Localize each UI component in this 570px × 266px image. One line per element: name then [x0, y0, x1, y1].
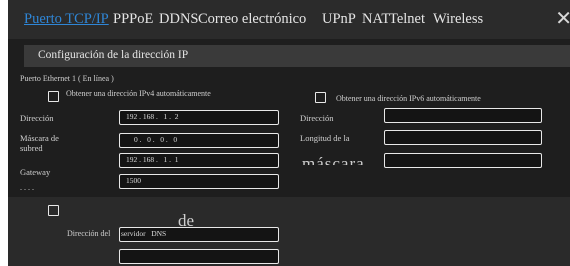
subnet-mask-field[interactable]: 0 . 0 . 0 . 0: [119, 133, 279, 148]
ipv6-prefix-label-overflow: máscara: [302, 155, 365, 165]
ipv4-address-label: Dirección: [20, 113, 54, 123]
tab-upnp[interactable]: UPnP: [322, 11, 356, 28]
tab-telnet[interactable]: Telnet: [389, 11, 425, 28]
ipv6-prefix-label: Longitud de la: [300, 133, 350, 143]
subnet-mask-label-line1: Máscara de: [20, 133, 59, 143]
dns-secondary-field[interactable]: [119, 249, 279, 264]
tab-puerto-tcp-ip[interactable]: Puerto TCP/IP: [24, 11, 109, 28]
subnet-mask-label-line2: subred: [20, 143, 43, 153]
tab-bar: Puerto TCP/IP PPPoE DDNS Correo electrón…: [8, 0, 570, 39]
tab-correo-electronico[interactable]: Correo electrónico: [198, 11, 306, 28]
section-header: Configuración de la dirección IP: [24, 45, 570, 67]
gateway-field[interactable]: 192 . 168 . 1 . 1: [119, 153, 279, 168]
dns-auto-checkbox[interactable]: [48, 205, 59, 216]
ipv6-auto-checkbox[interactable]: [315, 92, 326, 103]
gateway-label: Gateway: [20, 167, 51, 177]
mtu-label-cut: . . . .: [20, 183, 34, 192]
ipv6-address-label: Dirección: [300, 113, 334, 123]
ipv4-auto-label: Obtener una dirección IPv4 automáticamen…: [66, 89, 211, 98]
ipv4-address-field[interactable]: 192 . 168 . 1 . 2: [119, 110, 279, 125]
ipv6-address-field[interactable]: [384, 108, 542, 123]
dns-primary-field[interactable]: servidor DNS: [119, 227, 279, 242]
ipv6-extra-field[interactable]: [384, 153, 542, 168]
ipv6-prefix-field[interactable]: [384, 130, 542, 145]
tab-nat[interactable]: NAT: [362, 11, 390, 28]
dns-section: Dirección del de servidor DNS: [8, 197, 570, 266]
settings-window: Puerto TCP/IP PPPoE DDNS Correo electrón…: [8, 0, 570, 266]
section-title: Configuración de la dirección IP: [38, 49, 189, 61]
dns-label-part1: Dirección del: [67, 229, 111, 238]
close-icon[interactable]: ✕: [555, 8, 570, 28]
tab-ddns[interactable]: DDNS: [159, 11, 198, 28]
port-status-label: Puerto Ethernet 1 ( En línea ): [20, 74, 114, 83]
tab-pppoe[interactable]: PPPoE: [113, 11, 153, 28]
ipv4-auto-checkbox[interactable]: [48, 91, 59, 102]
ipv6-auto-label: Obtener una dirección IPv6 automáticamen…: [336, 94, 481, 103]
mtu-field[interactable]: 1500: [119, 174, 279, 189]
tab-wireless[interactable]: Wireless: [433, 11, 483, 28]
